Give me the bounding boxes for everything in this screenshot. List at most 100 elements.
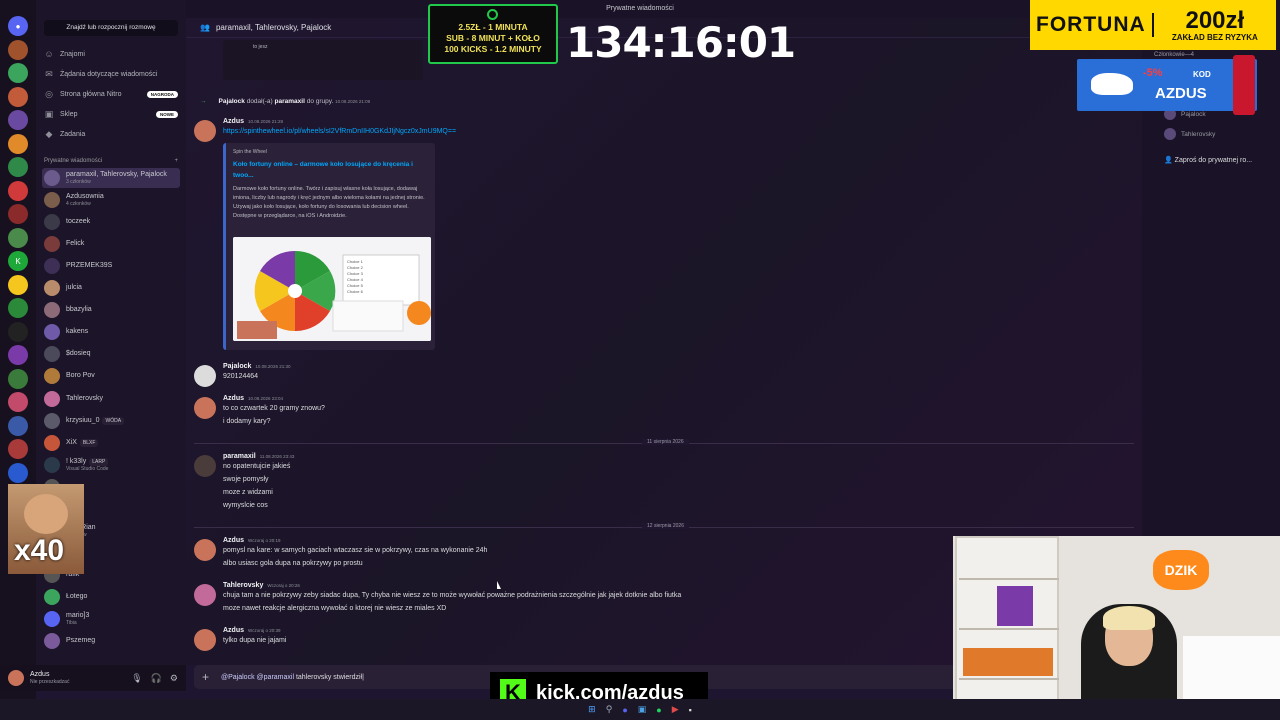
app-icon[interactable]: ● — [622, 705, 627, 715]
fortuna-subtitle: ZAKŁAD BEZ RYZYKA — [1171, 32, 1258, 42]
avatar[interactable] — [194, 539, 216, 561]
headphones-icon[interactable]: 🎧 — [151, 673, 162, 684]
nav-message-requests[interactable]: ✉ Żądania dotyczące wiadomości — [44, 67, 178, 81]
app-icon[interactable]: ▪ — [689, 705, 692, 715]
dm-item[interactable]: kakens — [42, 322, 180, 342]
system-time: 10.08.2026 21:09 — [335, 99, 371, 104]
server-icon[interactable] — [8, 157, 28, 177]
window-title: Prywatne wiadomości — [606, 5, 674, 12]
avatar[interactable] — [8, 670, 24, 686]
invite-to-dm-button[interactable]: 👤 Zaproś do prywatnej ro... — [1164, 156, 1252, 164]
system-target[interactable]: paramaxil — [275, 98, 305, 105]
message-author[interactable]: Azdus — [223, 537, 244, 544]
plus-icon[interactable]: + — [202, 670, 209, 684]
avatar[interactable] — [194, 397, 216, 419]
link-embed: Spin the Wheel Koło fortuny online – dar… — [223, 143, 435, 350]
message-link[interactable]: https://spinthewheel.io/pl/wheels/sI2VfR… — [223, 125, 456, 138]
member-item[interactable]: Tahlerovsky — [1164, 128, 1215, 140]
taskbar: ⊞ ⚲ ● ▣ ● ▶ ▪ — [0, 699, 1280, 720]
message-author[interactable]: Tahlerovsky — [223, 582, 263, 589]
server-icon[interactable] — [8, 180, 28, 201]
dm-item[interactable]: Boro Pov — [42, 366, 180, 386]
nav-friends[interactable]: ☺ Znajomi — [44, 47, 178, 61]
server-icon[interactable] — [8, 345, 28, 365]
dm-item[interactable]: toczeek — [42, 212, 180, 232]
webcam-label: x40 — [14, 534, 65, 567]
gear-icon[interactable]: ⚙ — [170, 673, 178, 684]
nav-label: Strona główna Nitro — [60, 90, 122, 98]
message-author[interactable]: Azdus — [223, 118, 244, 125]
dm-item[interactable]: XiX BLXF — [42, 433, 180, 453]
server-icon[interactable] — [8, 368, 28, 389]
add-dm-button[interactable]: + — [174, 158, 178, 164]
app-icon[interactable]: ▣ — [638, 704, 647, 715]
dm-item[interactable]: ! k33ly LARP Visual Studio Code — [42, 455, 180, 475]
avatar[interactable] — [194, 120, 216, 142]
dm-item[interactable]: Pszemeg — [42, 631, 180, 651]
system-action: dodał(-a) — [246, 98, 273, 105]
dm-item[interactable]: Felick — [42, 234, 180, 254]
message-author[interactable]: Azdus — [223, 395, 244, 402]
system-actor[interactable]: Pajalock — [219, 98, 245, 105]
group-dm-icon: 👥 — [200, 23, 210, 32]
dm-name: Pszemeg — [66, 637, 96, 645]
avatar[interactable] — [194, 455, 216, 477]
dm-item[interactable]: bbazylia — [42, 300, 180, 320]
server-icon[interactable] — [8, 274, 28, 295]
server-icon[interactable] — [8, 462, 28, 483]
dm-item[interactable]: krzysiuu_0 WÓDA — [42, 411, 180, 431]
server-icon[interactable]: K — [8, 251, 28, 271]
dm-name: Boro Pov — [66, 372, 95, 380]
server-icon[interactable] — [8, 204, 28, 224]
server-icon[interactable] — [8, 86, 28, 107]
server-icon[interactable] — [8, 110, 28, 130]
server-icon[interactable] — [8, 227, 28, 248]
discord-home-icon[interactable]: ● — [8, 16, 28, 36]
avatar[interactable] — [194, 629, 216, 651]
nav-nitro[interactable]: ◎ Strona główna Nitro NAGRODA — [44, 87, 178, 101]
dm-item[interactable]: Azdusownia 4 członków — [42, 190, 180, 210]
dm-item[interactable]: mario]3 Tibia — [42, 609, 180, 629]
message-text: to co czwartek 20 gramy znowu? — [223, 405, 325, 412]
message-author[interactable]: Azdus — [223, 627, 244, 634]
dm-item[interactable]: julcia — [42, 278, 180, 298]
avatar — [44, 324, 60, 341]
fortuna-banner: FORTUNA 200zł ZAKŁAD BEZ RYZYKA — [1030, 0, 1276, 50]
preview-choices: Choice 1 Choice 2 Choice 3 Choice 4 Choice 5… — [347, 259, 363, 295]
nav-shop[interactable]: ▣ Sklep NOWE — [44, 107, 178, 121]
find-conversation-button[interactable]: Znajdź lub rozpocznij rozmowę — [44, 20, 178, 36]
windows-start-icon[interactable]: ⊞ — [588, 704, 596, 715]
dm-item[interactable]: Łotego — [42, 587, 180, 607]
microphone-icon[interactable]: 🎙 — [131, 673, 142, 684]
dm-item[interactable]: paramaxil, Tahlerovsky, Pajalock 3 członk… — [42, 168, 180, 188]
avatar[interactable] — [194, 584, 216, 606]
dm-name: julcia — [66, 284, 82, 292]
avatar — [44, 588, 60, 605]
search-icon[interactable]: ⚲ — [606, 704, 613, 715]
embed-title[interactable]: Koło fortuny online – darmowe koło losuj… — [233, 159, 428, 181]
dm-item[interactable]: PRZEMEK39S — [42, 256, 180, 276]
dm-item[interactable]: Tahlerovsky — [42, 389, 180, 409]
dm-item[interactable]: $dosieq — [42, 344, 180, 364]
server-icon[interactable] — [8, 298, 28, 318]
user-status: Nie przeszkadzać — [30, 679, 70, 685]
face-image — [24, 494, 68, 534]
avatar — [1164, 128, 1176, 140]
shelf-board — [959, 578, 1059, 580]
avatar — [44, 192, 60, 209]
server-icon[interactable] — [8, 415, 28, 436]
server-icon[interactable] — [8, 392, 28, 412]
app-icon[interactable]: ● — [656, 705, 661, 715]
server-icon[interactable] — [8, 63, 28, 83]
message-author[interactable]: Pajalock — [223, 363, 251, 370]
app-icon[interactable]: ▶ — [672, 704, 679, 715]
server-icon[interactable] — [8, 439, 28, 459]
message-author[interactable]: paramaxil — [223, 453, 256, 460]
server-icon[interactable] — [8, 39, 28, 60]
avatar[interactable] — [194, 365, 216, 387]
server-icon[interactable] — [8, 133, 28, 154]
nav-quests[interactable]: ◆ Zadania — [44, 127, 178, 141]
embed-preview-image[interactable]: Choice 1 Choice 2 Choice 3 Choice 4 Choice 5… — [233, 237, 431, 341]
server-icon[interactable] — [8, 321, 28, 342]
dm-name: $dosieq — [66, 350, 91, 358]
